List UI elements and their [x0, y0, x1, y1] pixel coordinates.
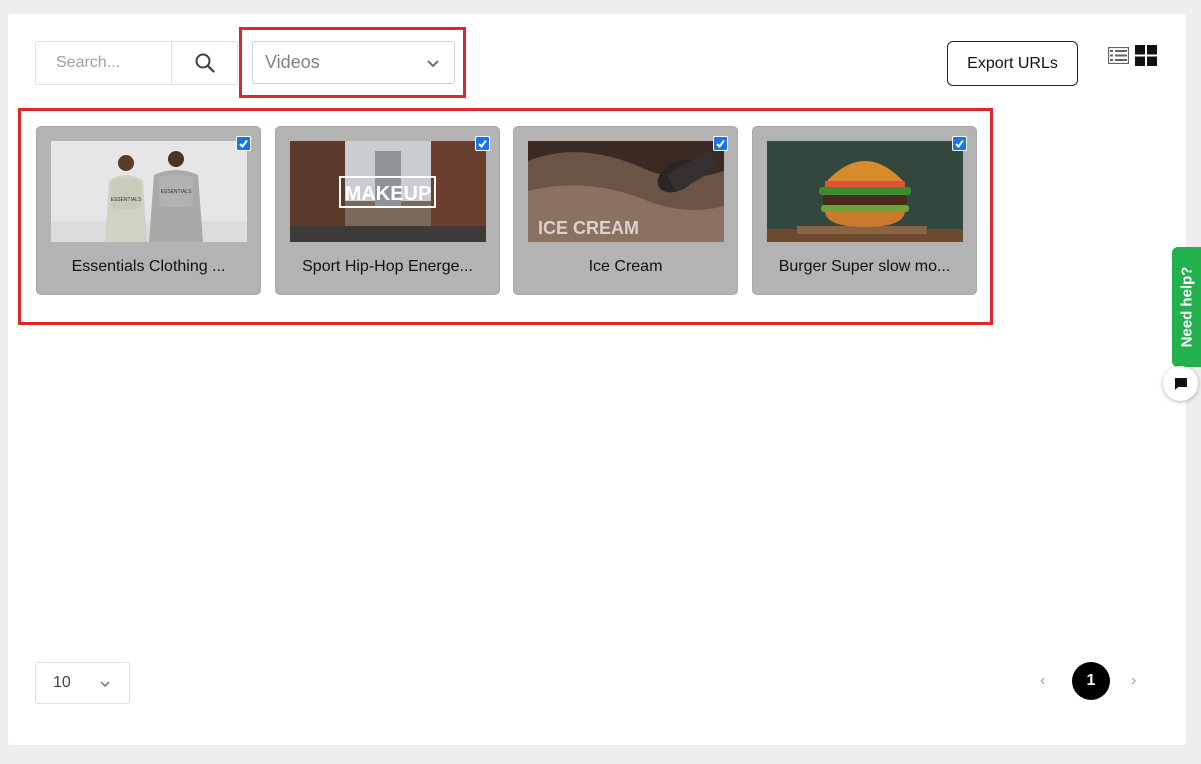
card-checkbox[interactable]	[236, 136, 251, 151]
checkmark-icon	[955, 139, 964, 149]
burger-thumbnail	[767, 141, 963, 242]
export-urls-button[interactable]: Export URLs	[947, 41, 1078, 86]
page-size-select[interactable]: 10	[35, 662, 130, 704]
search-input[interactable]	[36, 42, 171, 84]
checkmark-icon	[716, 139, 725, 149]
card-title: Burger Super slow mo...	[778, 258, 951, 275]
media-type-select[interactable]: Videos	[252, 41, 455, 84]
page-size-value: 10	[53, 674, 71, 691]
media-card[interactable]: Burger Super slow mo...	[752, 126, 977, 295]
media-card[interactable]: ESSENTIALS ESSENTIALS Essentials Clothin…	[36, 126, 261, 295]
ice-cream-thumbnail: ICE CREAM	[528, 141, 724, 242]
grid-view-icon[interactable]	[1135, 45, 1157, 66]
checkmark-icon	[239, 139, 248, 149]
list-view-icon[interactable]	[1108, 47, 1129, 64]
chevron-down-icon	[427, 60, 439, 68]
media-type-value: Videos	[265, 52, 320, 72]
pagination-current-page[interactable]: 1	[1072, 662, 1110, 700]
card-title: Ice Cream	[588, 258, 663, 275]
need-help-label: Need help?	[1178, 266, 1195, 348]
card-title: Essentials Clothing ...	[71, 258, 226, 275]
pagination-next-button[interactable]: ›	[1131, 672, 1136, 690]
need-help-tab[interactable]: Need help?	[1172, 247, 1201, 367]
chat-button[interactable]	[1163, 366, 1198, 401]
media-card[interactable]: MAKEUP Sport Hip-Hop Energe...	[275, 126, 500, 295]
card-checkbox[interactable]	[713, 136, 728, 151]
search-icon	[195, 53, 215, 73]
chevron-down-icon	[100, 681, 110, 688]
makeup-street-thumbnail: MAKEUP	[290, 141, 486, 242]
essentials-hoodies-thumbnail: ESSENTIALS ESSENTIALS	[51, 141, 247, 242]
svg-text:ESSENTIALS: ESSENTIALS	[111, 197, 143, 203]
pagination-prev-button[interactable]: ‹	[1040, 672, 1045, 690]
card-title: Sport Hip-Hop Energe...	[302, 258, 473, 275]
checkmark-icon	[478, 139, 487, 149]
svg-text:ESSENTIALS: ESSENTIALS	[161, 189, 193, 195]
media-card[interactable]: ICE CREAM Ice Cream	[513, 126, 738, 295]
search-box	[35, 41, 238, 85]
card-checkbox[interactable]	[952, 136, 967, 151]
thumb-text: MAKEUP	[345, 183, 432, 205]
thumb-text: ICE CREAM	[538, 218, 639, 238]
card-checkbox[interactable]	[475, 136, 490, 151]
chat-icon	[1174, 377, 1187, 390]
search-button[interactable]	[171, 42, 237, 84]
